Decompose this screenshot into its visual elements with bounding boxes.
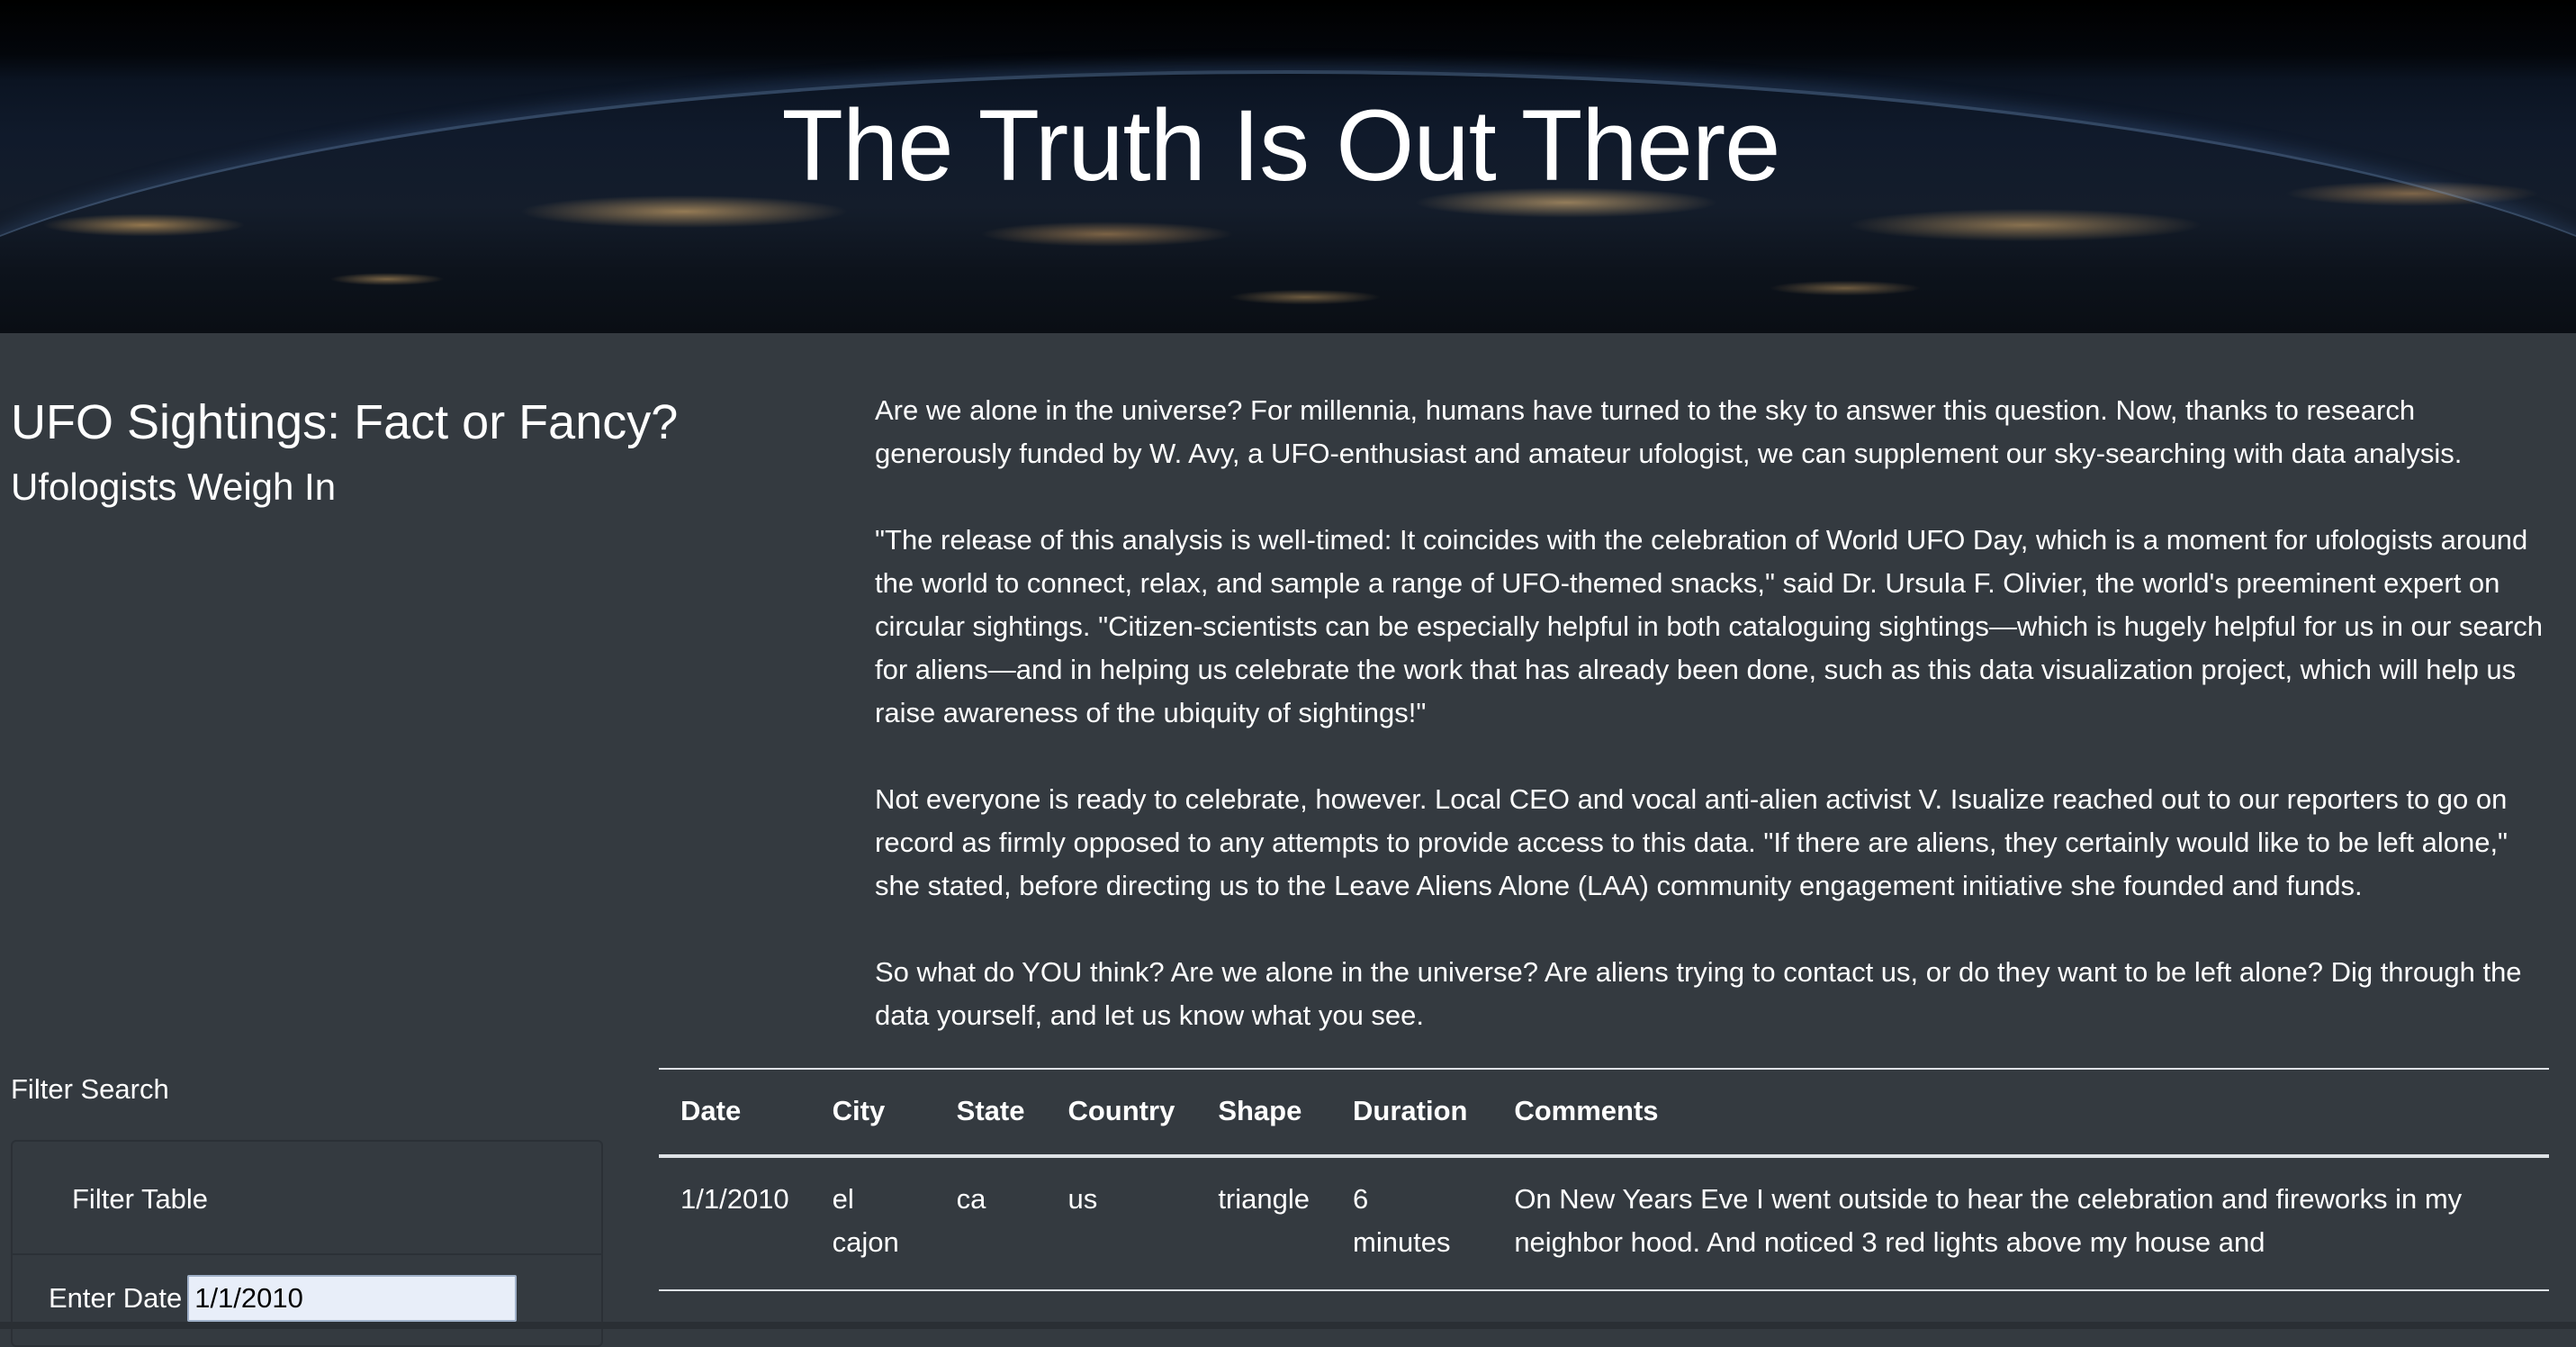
- article-paragraph: So what do YOU think? Are we alone in th…: [875, 956, 2522, 1031]
- hero-banner: The Truth Is Out There: [0, 0, 2576, 333]
- date-filter-label: Enter Date: [49, 1282, 183, 1314]
- header-date: Date: [659, 1068, 811, 1158]
- filter-card-title: Filter Table: [13, 1142, 601, 1255]
- header-duration: Duration: [1331, 1068, 1493, 1158]
- table-row: 1/1/2010 el cajon ca us triangle 6 minut…: [659, 1156, 2549, 1291]
- ufo-sightings-table: Date City State Country Shape Duration C…: [659, 1068, 2549, 1291]
- hero-title: The Truth Is Out There: [0, 83, 2576, 209]
- article-title: UFO Sightings: Fact or Fancy?: [11, 395, 679, 449]
- table-header: Date City State Country Shape Duration C…: [659, 1068, 2549, 1158]
- header-city: City: [810, 1068, 935, 1158]
- cell-date: 1/1/2010: [659, 1156, 811, 1291]
- table-header-row: Date City State Country Shape Duration C…: [659, 1068, 2549, 1158]
- header-country: Country: [1046, 1068, 1197, 1158]
- cell-country: us: [1046, 1156, 1197, 1291]
- date-filter-input[interactable]: [187, 1275, 518, 1322]
- cell-duration: 6 minutes: [1331, 1156, 1493, 1291]
- header-state: State: [934, 1068, 1047, 1158]
- header-shape: Shape: [1196, 1068, 1331, 1158]
- table-body: 1/1/2010 el cajon ca us triangle 6 minut…: [659, 1156, 2549, 1291]
- filter-card: Filter Table Enter Date: [11, 1140, 603, 1347]
- header-comments: Comments: [1492, 1068, 2549, 1158]
- hero-title-text: The Truth Is Out There: [781, 89, 1781, 202]
- article-paragraph: Are we alone in the universe? For millen…: [875, 394, 2463, 469]
- article-body: Are we alone in the universe? For millen…: [875, 389, 2558, 1037]
- filter-search-label: Filter Search: [11, 1073, 169, 1105]
- article-heading: UFO Sightings: Fact or Fancy? Ufologists…: [11, 387, 776, 517]
- cell-state: ca: [934, 1156, 1047, 1291]
- article-paragraph: Not everyone is ready to celebrate, howe…: [875, 783, 2508, 901]
- bottom-edge: [0, 1322, 2576, 1329]
- cell-comments: On New Years Eve I went outside to hear …: [1492, 1156, 2549, 1291]
- article-subtitle: Ufologists Weigh In: [11, 466, 337, 508]
- cell-shape: triangle: [1196, 1156, 1331, 1291]
- date-filter-row: Enter Date: [49, 1275, 518, 1322]
- article-paragraph: "The release of this analysis is well-ti…: [875, 524, 2544, 728]
- ufo-table-container: Date City State Country Shape Duration C…: [659, 1068, 2549, 1291]
- cell-city: el cajon: [810, 1156, 935, 1291]
